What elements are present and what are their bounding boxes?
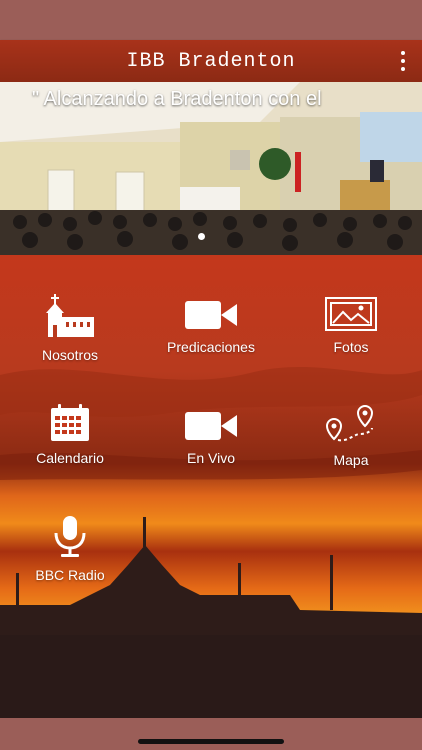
banner-slideshow[interactable]: " Alcanzando a Bradenton con el <box>0 82 422 255</box>
menu-label: Predicaciones <box>167 339 255 355</box>
menu-tile-mapa[interactable]: Mapa <box>281 366 421 468</box>
menu-tile-nosotros[interactable]: Nosotros <box>0 255 140 363</box>
menu-label: Mapa <box>333 452 369 468</box>
menu-tile-en-vivo[interactable]: En Vivo <box>141 366 281 466</box>
map-pins-icon <box>325 404 374 442</box>
slideshow-indicator <box>198 233 205 240</box>
bottom-bar <box>0 718 422 750</box>
status-bar <box>0 0 422 40</box>
slide-dot-active <box>198 233 205 240</box>
overflow-menu-icon[interactable] <box>398 51 408 71</box>
menu-label: En Vivo <box>187 450 235 466</box>
photo-gallery-icon <box>325 297 377 331</box>
church-icon <box>46 294 94 337</box>
menu-label: Nosotros <box>41 347 99 363</box>
app-bar: IBB Bradenton <box>0 40 422 82</box>
app-title: IBB Bradenton <box>126 49 296 73</box>
menu-tile-predicaciones[interactable]: Predicaciones <box>141 255 281 355</box>
menu-tile-calendario[interactable]: Calendario <box>0 366 140 466</box>
video-camera-icon <box>185 412 237 440</box>
menu-label: Calendario <box>36 450 104 466</box>
menu-tile-bbc-radio[interactable]: BBC Radio <box>0 477 140 583</box>
home-indicator[interactable] <box>138 739 284 744</box>
menu-label: Fotos <box>333 339 369 355</box>
banner-caption: " Alcanzando a Bradenton con el <box>32 88 322 110</box>
menu-tile-fotos[interactable]: Fotos <box>281 255 421 355</box>
calendar-icon <box>51 404 89 441</box>
microphone-icon <box>54 516 86 557</box>
menu-label: BBC Radio <box>35 567 105 583</box>
video-camera-icon <box>185 301 237 329</box>
